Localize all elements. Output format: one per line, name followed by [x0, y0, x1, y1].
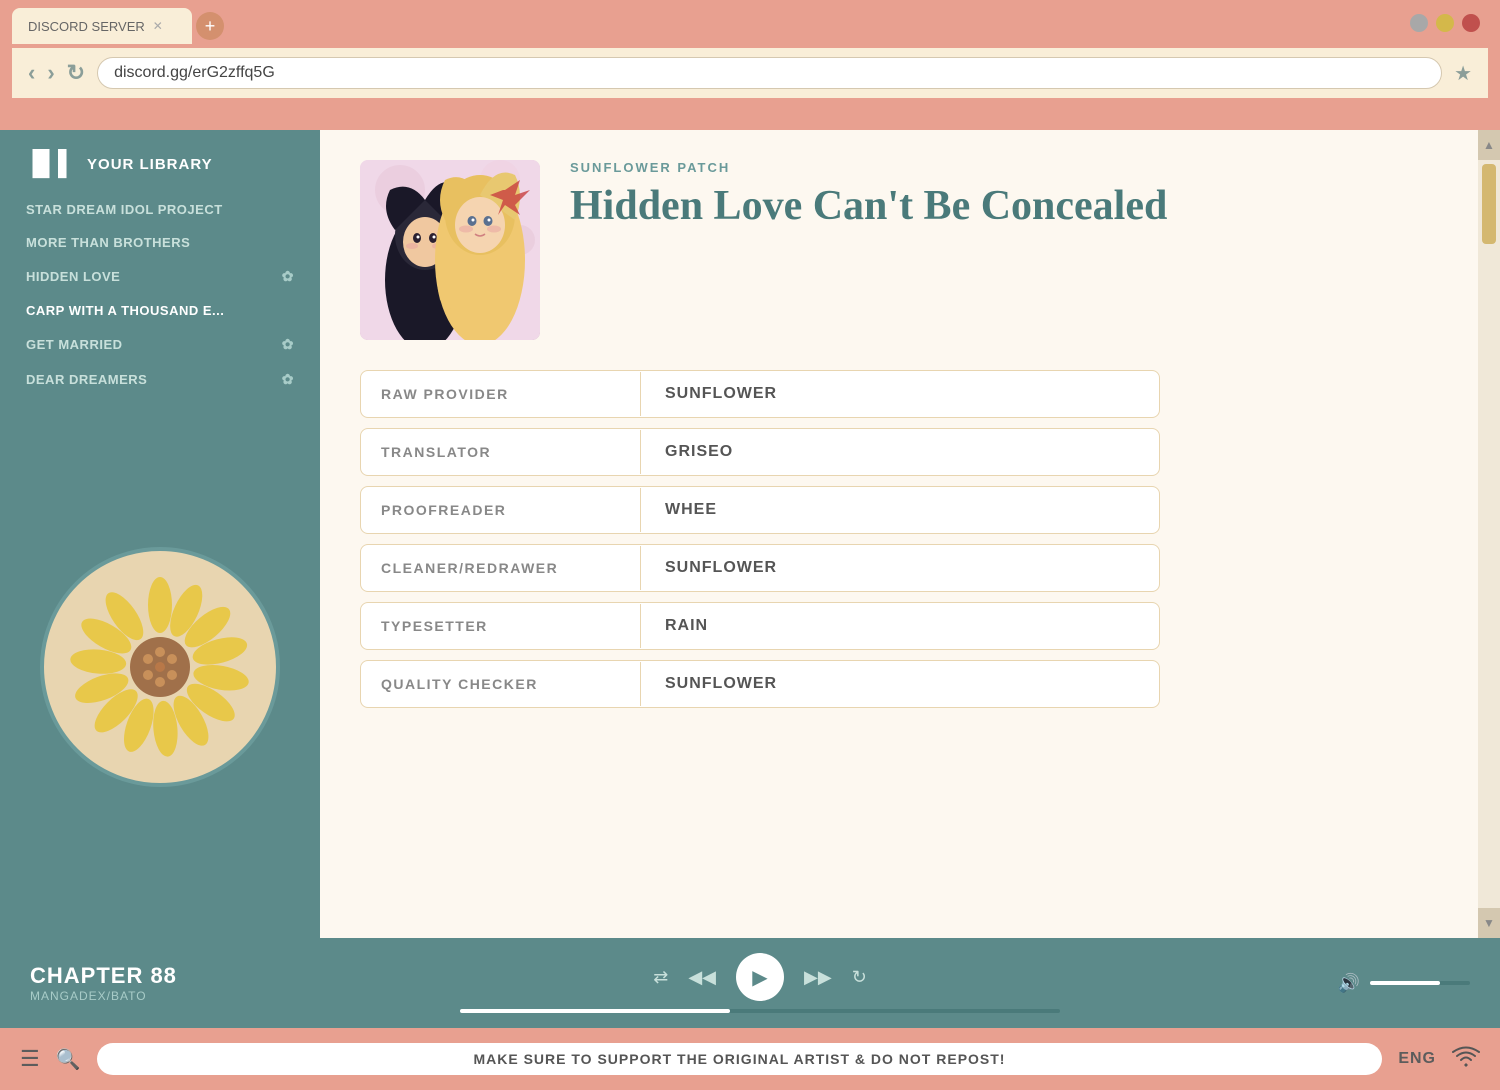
scroll-down-button[interactable]: ▼	[1478, 908, 1500, 938]
sunflower-area	[0, 396, 320, 938]
forward-button[interactable]: ›	[47, 60, 54, 86]
scroll-up-button[interactable]: ▲	[1478, 130, 1500, 160]
volume-fill	[1370, 981, 1440, 985]
sidebar-header: ▐▌▌ YOUR LIBRARY	[0, 130, 320, 194]
scroll-thumb[interactable]	[1482, 164, 1496, 244]
language-selector[interactable]: ENG	[1398, 1050, 1436, 1068]
sidebar: ▐▌▌ YOUR LIBRARY STAR DREAM IDOL PROJECT…	[0, 130, 320, 938]
player-buttons: ⇄ ◀◀ ▶ ▶▶ ↻	[653, 953, 867, 1001]
sidebar-item-dear-dreamers[interactable]: DEAR DREAMERS ✿	[16, 363, 304, 396]
refresh-button[interactable]: ↻	[67, 60, 85, 86]
sidebar-item-label: MORE THAN BROTHERS	[26, 235, 190, 250]
new-tab-button[interactable]: +	[196, 12, 224, 40]
address-bar[interactable]: discord.gg/erG2zffq5G	[97, 57, 1442, 89]
cover-art	[360, 160, 540, 340]
credit-row-typesetter: TYPESETTER RAIN	[360, 602, 1160, 650]
book-header: SUNFLOWER PATCH Hidden Love Can't Be Con…	[360, 160, 1438, 340]
credit-role: RAW PROVIDER	[361, 372, 641, 416]
menu-button[interactable]: ☰	[20, 1046, 40, 1072]
credit-role: QUALITY CHECKER	[361, 662, 641, 706]
add-tab-icon: +	[205, 16, 216, 37]
credit-role: CLEANER/REDRAWER	[361, 546, 641, 590]
credit-name: WHEE	[641, 487, 741, 533]
back-button[interactable]: ‹	[28, 60, 35, 86]
sidebar-item-label: DEAR DREAMERS	[26, 372, 147, 387]
credit-row-translator: TRANSLATOR GRISEO	[360, 428, 1160, 476]
volume-area: 🔊	[1290, 973, 1470, 994]
book-cover	[360, 160, 540, 340]
bookmark-button[interactable]: ★	[1454, 61, 1472, 86]
book-publisher: SUNFLOWER PATCH	[570, 160, 1438, 175]
volume-icon: 🔊	[1338, 973, 1360, 994]
shuffle-button[interactable]: ⇄	[653, 967, 668, 988]
status-bar: ☰ 🔍 MAKE SURE TO SUPPORT THE ORIGINAL AR…	[0, 1028, 1500, 1090]
progress-fill	[460, 1009, 730, 1013]
player-controls: ⇄ ◀◀ ▶ ▶▶ ↻	[250, 953, 1270, 1013]
sidebar-item-get-married[interactable]: GET MARRIED ✿	[16, 328, 304, 361]
maximize-button[interactable]	[1436, 14, 1454, 32]
search-button[interactable]: 🔍	[56, 1047, 81, 1072]
credit-name: SUNFLOWER	[641, 661, 801, 707]
sidebar-item-label: STAR DREAM IDOL PROJECT	[26, 202, 223, 217]
flower-icon-3: ✿	[282, 371, 294, 388]
play-button[interactable]: ▶	[736, 953, 784, 1001]
sidebar-list: STAR DREAM IDOL PROJECT MORE THAN BROTHE…	[0, 194, 320, 396]
main-content: SUNFLOWER PATCH Hidden Love Can't Be Con…	[320, 130, 1478, 938]
player-info: CHAPTER 88 MANGADEX/BATO	[30, 963, 230, 1003]
flower-icon-2: ✿	[282, 336, 294, 353]
sidebar-item-label: GET MARRIED	[26, 337, 123, 352]
tab-close-icon[interactable]: ✕	[153, 19, 163, 33]
flower-icon: ✿	[282, 268, 294, 285]
next-button[interactable]: ▶▶	[804, 967, 832, 988]
sidebar-item-more-than-brothers[interactable]: MORE THAN BROTHERS	[16, 227, 304, 258]
repeat-button[interactable]: ↻	[852, 967, 867, 988]
scrollbar[interactable]: ▲ ▼	[1478, 130, 1500, 938]
tab-label: DISCORD SERVER	[28, 19, 145, 34]
book-title: Hidden Love Can't Be Concealed	[570, 183, 1438, 229]
wifi-symbol	[1452, 1045, 1480, 1067]
credit-name: RAIN	[641, 603, 732, 649]
wifi-icon	[1452, 1045, 1480, 1073]
credit-row-raw: RAW PROVIDER SUNFLOWER	[360, 370, 1160, 418]
credit-role: PROOFREADER	[361, 488, 641, 532]
library-icon: ▐▌▌	[24, 150, 75, 178]
player-source: MANGADEX/BATO	[30, 989, 230, 1003]
player-bar: CHAPTER 88 MANGADEX/BATO ⇄ ◀◀ ▶ ▶▶ ↻ 🔊	[0, 938, 1500, 1028]
credit-row-cleaner: CLEANER/REDRAWER SUNFLOWER	[360, 544, 1160, 592]
credits-table: RAW PROVIDER SUNFLOWER TRANSLATOR GRISEO…	[360, 370, 1160, 708]
credit-row-proofreader: PROOFREADER WHEE	[360, 486, 1160, 534]
credit-name: GRISEO	[641, 429, 757, 475]
credit-name: SUNFLOWER	[641, 371, 801, 417]
app-body: ▐▌▌ YOUR LIBRARY STAR DREAM IDOL PROJECT…	[0, 130, 1500, 938]
active-tab[interactable]: DISCORD SERVER ✕	[12, 8, 192, 44]
sidebar-item-star-dream[interactable]: STAR DREAM IDOL PROJECT	[16, 194, 304, 225]
sidebar-item-label: CARP WITH A THOUSAND E...	[26, 303, 224, 318]
progress-bar[interactable]	[460, 1009, 1060, 1013]
credit-row-qc: QUALITY CHECKER SUNFLOWER	[360, 660, 1160, 708]
cover-illustration	[360, 160, 540, 340]
prev-button[interactable]: ◀◀	[688, 967, 716, 988]
status-notice: MAKE SURE TO SUPPORT THE ORIGINAL ARTIST…	[97, 1043, 1383, 1075]
credit-role: TRANSLATOR	[361, 430, 641, 474]
book-info: SUNFLOWER PATCH Hidden Love Can't Be Con…	[570, 160, 1438, 340]
credit-role: TYPESETTER	[361, 604, 641, 648]
window-controls	[1410, 14, 1480, 32]
search-icon: 🔍	[56, 1049, 81, 1071]
content-area: SUNFLOWER PATCH Hidden Love Can't Be Con…	[320, 130, 1500, 938]
sidebar-item-carp[interactable]: CARP WITH A THOUSAND E...	[16, 295, 304, 326]
minimize-button[interactable]	[1410, 14, 1428, 32]
player-chapter: CHAPTER 88	[30, 963, 230, 989]
sidebar-title: YOUR LIBRARY	[87, 156, 213, 173]
close-button[interactable]	[1462, 14, 1480, 32]
sunflower-emblem	[40, 547, 280, 787]
sidebar-item-label: HIDDEN LOVE	[26, 269, 120, 284]
volume-bar[interactable]	[1370, 981, 1470, 985]
sidebar-item-hidden-love[interactable]: HIDDEN LOVE ✿	[16, 260, 304, 293]
credit-name: SUNFLOWER	[641, 545, 801, 591]
sunflower-svg	[70, 577, 250, 757]
